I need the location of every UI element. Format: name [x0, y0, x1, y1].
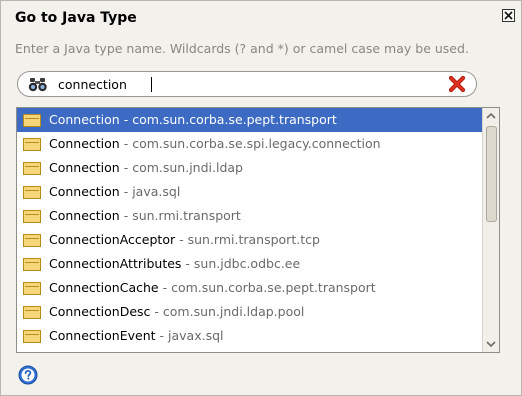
list-item[interactable]: Connection - java.sql — [17, 180, 482, 204]
type-name: Connection — [49, 112, 120, 127]
list-item-selected[interactable]: Connection - com.sun.corba.se.pept.trans… — [17, 108, 482, 132]
results-list[interactable]: Connection - com.sun.corba.se.pept.trans… — [16, 107, 500, 353]
separator: - — [158, 280, 172, 295]
list-item[interactable]: ConnectionCache - com.sun.corba.se.pept.… — [17, 276, 482, 300]
dialog-title: Go to Java Type — [15, 10, 137, 26]
interface-type-icon — [23, 162, 41, 175]
type-name: Connection — [49, 160, 120, 175]
instructions-text: Enter a Java type name. Wildcards (? and… — [15, 41, 469, 56]
text-caret — [151, 77, 152, 92]
go-to-java-type-dialog: Go to Java Type Enter a Java type name. … — [0, 0, 522, 396]
clear-x-icon[interactable] — [448, 75, 466, 93]
type-name: Connection — [49, 136, 120, 151]
separator: - — [155, 328, 169, 343]
type-name: ConnectionAcceptor — [49, 232, 176, 247]
search-box[interactable] — [17, 71, 477, 97]
interface-type-icon — [23, 186, 41, 199]
type-name: Connection — [49, 208, 120, 223]
list-item[interactable]: Connection - sun.rmi.transport — [17, 204, 482, 228]
package-name: sun.rmi.transport — [132, 208, 241, 223]
separator: - — [181, 256, 194, 271]
separator: - — [119, 112, 133, 127]
scroll-thumb[interactable] — [486, 126, 497, 222]
package-name: com.sun.corba.se.pept.transport — [132, 112, 337, 127]
list-item[interactable]: ConnectionDesc - com.sun.jndi.ldap.pool — [17, 300, 482, 324]
interface-type-icon — [23, 210, 41, 223]
package-name: com.sun.corba.se.spi.legacy.connection — [132, 136, 381, 151]
scroll-down-arrow-icon[interactable] — [483, 336, 499, 352]
separator: - — [119, 136, 133, 151]
search-input[interactable] — [58, 75, 428, 93]
interface-type-icon — [23, 306, 41, 319]
list-item[interactable]: ConnectionAttributes - sun.jdbc.odbc.ee — [17, 252, 482, 276]
list-item[interactable]: ConnectionEvent - javax.sql — [17, 324, 482, 348]
list-item[interactable]: ConnectionAcceptor - sun.rmi.transport.t… — [17, 228, 482, 252]
list-item[interactable]: Connection - com.sun.jndi.ldap — [17, 156, 482, 180]
interface-type-icon — [23, 138, 41, 151]
interface-type-icon — [23, 282, 41, 295]
package-name: javax.sql — [168, 328, 224, 343]
type-name: ConnectionEvent — [49, 328, 156, 343]
vertical-scrollbar[interactable] — [482, 108, 499, 352]
package-name: com.sun.jndi.ldap.pool — [162, 304, 305, 319]
scroll-up-arrow-icon[interactable] — [483, 108, 499, 124]
interface-type-icon — [23, 114, 41, 127]
interface-type-icon — [23, 234, 41, 247]
close-icon — [504, 11, 513, 20]
interface-type-icon — [23, 258, 41, 271]
list-item[interactable]: Connection - com.sun.corba.se.spi.legacy… — [17, 132, 482, 156]
separator: - — [175, 232, 188, 247]
separator: - — [119, 160, 133, 175]
package-name: sun.jdbc.odbc.ee — [193, 256, 301, 271]
help-icon[interactable] — [18, 365, 38, 385]
interface-type-icon — [23, 330, 41, 343]
package-name: sun.rmi.transport.tcp — [187, 232, 320, 247]
package-name: com.sun.jndi.ldap — [132, 160, 243, 175]
package-name: java.sql — [132, 184, 181, 199]
binoculars-icon — [28, 78, 47, 92]
type-name: Connection — [49, 184, 120, 199]
results-rows: Connection - com.sun.corba.se.pept.trans… — [17, 108, 482, 352]
close-button[interactable] — [502, 9, 515, 22]
type-name: ConnectionAttributes — [49, 256, 182, 271]
type-name: ConnectionCache — [49, 280, 159, 295]
separator: - — [119, 208, 133, 223]
separator: - — [119, 184, 133, 199]
package-name: com.sun.corba.se.pept.transport — [171, 280, 376, 295]
type-name: ConnectionDesc — [49, 304, 151, 319]
separator: - — [150, 304, 163, 319]
